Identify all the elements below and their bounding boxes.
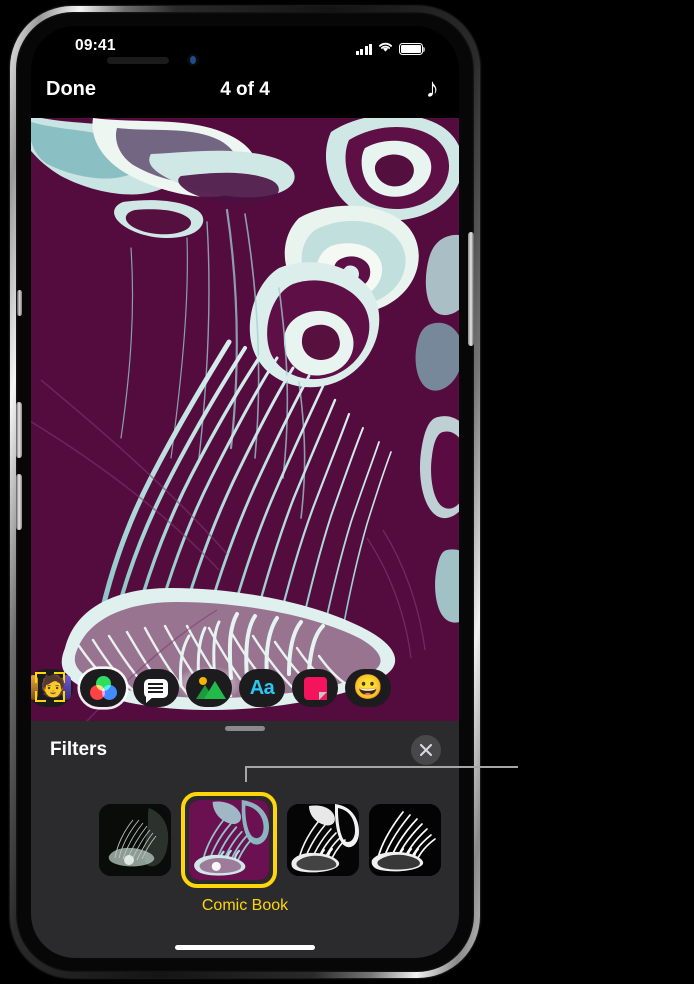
sticker-icon xyxy=(303,676,327,700)
filter-thumbnail-list[interactable] xyxy=(31,789,459,891)
silent-switch-button[interactable] xyxy=(17,290,22,316)
battery-icon xyxy=(399,43,426,55)
selected-filter-label: Comic Book xyxy=(201,897,289,914)
memoji-icon: 🧑 xyxy=(31,671,71,705)
photos-app-icon[interactable] xyxy=(186,669,232,707)
front-camera-icon xyxy=(187,54,199,66)
memoji-face-icon: 🧑 xyxy=(40,675,67,698)
power-button[interactable] xyxy=(468,232,474,346)
filter-thumb-4[interactable] xyxy=(369,804,441,876)
filter-thumb-3[interactable] xyxy=(287,804,359,876)
filters-panel-title: Filters xyxy=(50,739,108,760)
filter-thumb-comic-book-wrapper xyxy=(181,792,277,888)
grinning-face-icon: 😀 xyxy=(353,674,383,701)
phone-frame: 🧑 Aa 😀 09:41 Done 4 of 4 ♪ Filters Comic… xyxy=(10,6,480,978)
page-title: 4 of 4 xyxy=(220,79,270,100)
navigation-bar: Done 4 of 4 ♪ xyxy=(31,70,459,118)
speaker-grille xyxy=(107,57,169,64)
notch xyxy=(156,26,334,56)
text-app-icon[interactable]: Aa xyxy=(239,669,285,707)
wifi-icon xyxy=(377,40,394,58)
close-button[interactable] xyxy=(411,735,441,765)
screenshot-root: 🧑 Aa 😀 09:41 Done 4 of 4 ♪ Filters Comic… xyxy=(0,0,694,984)
status-indicators xyxy=(355,40,426,58)
drag-handle[interactable] xyxy=(225,726,265,731)
filter-thumb-1[interactable] xyxy=(99,804,171,876)
phone-screen: 🧑 Aa 😀 09:41 Done 4 of 4 ♪ Filters Comic… xyxy=(31,26,459,958)
photo-mountain-icon xyxy=(195,677,226,699)
signal-bars-icon xyxy=(355,43,372,55)
volume-up-button[interactable] xyxy=(16,402,22,458)
messages-app-icon[interactable] xyxy=(133,669,179,707)
aa-text-icon: Aa xyxy=(249,676,275,699)
photo-preview[interactable]: 🧑 Aa 😀 xyxy=(31,118,459,721)
speech-bubble-icon xyxy=(144,678,168,703)
status-time: 09:41 xyxy=(75,37,116,54)
rgb-circles-icon xyxy=(90,676,117,700)
filter-thumb-comic-book-image xyxy=(189,800,269,880)
stickers-app-icon[interactable] xyxy=(292,669,338,707)
home-indicator[interactable] xyxy=(175,945,315,950)
app-strip: 🧑 Aa 😀 xyxy=(31,655,459,721)
emoji-app-icon[interactable]: 😀 xyxy=(345,669,391,707)
memoji-app-icon[interactable]: 🧑 xyxy=(31,669,73,707)
filter-thumb-comic-book[interactable] xyxy=(181,792,277,888)
filters-app-icon[interactable] xyxy=(80,669,126,707)
filters-panel: Filters Comic Book xyxy=(31,721,459,958)
volume-down-button[interactable] xyxy=(16,474,22,530)
music-note-icon[interactable]: ♪ xyxy=(426,75,440,102)
close-icon xyxy=(419,743,433,757)
